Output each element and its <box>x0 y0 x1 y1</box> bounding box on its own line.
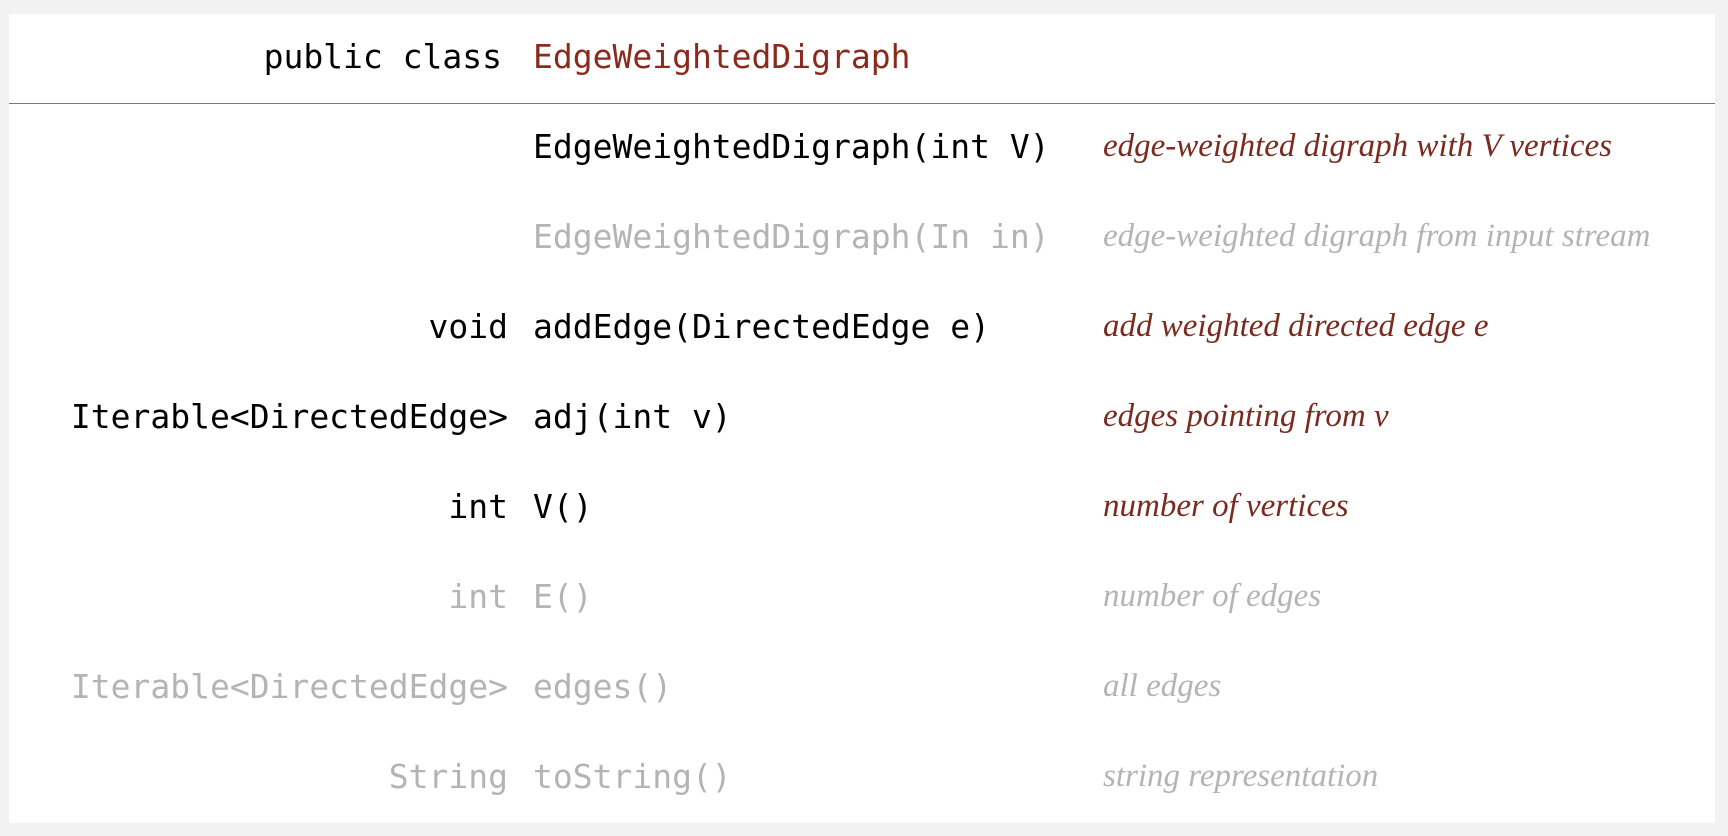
api-row-constructor-int: EdgeWeightedDigraph(int V) edge-weighted… <box>9 118 1715 178</box>
method-signature: EdgeWeightedDigraph(In in) <box>533 217 1050 256</box>
method-signature: edges() <box>533 667 673 706</box>
return-type: Iterable<DirectedEdge> <box>70 667 508 706</box>
api-table: public class EdgeWeightedDigraph EdgeWei… <box>9 14 1715 823</box>
method-signature: EdgeWeightedDigraph(int V) <box>533 127 1050 166</box>
api-row-to-string: String toString() string representation <box>9 748 1715 808</box>
class-name: EdgeWeightedDigraph <box>533 37 911 76</box>
api-row-v: int V() number of vertices <box>9 478 1715 538</box>
method-signature: adj(int v) <box>533 397 732 436</box>
return-type: int <box>448 487 508 526</box>
method-description: number of vertices <box>1103 488 1349 524</box>
method-description: string representation <box>1103 758 1379 794</box>
return-type: String <box>388 757 508 796</box>
method-signature: V() <box>533 487 593 526</box>
api-row-add-edge: void addEdge(DirectedEdge e) add weighte… <box>9 298 1715 358</box>
api-row-constructor-in: EdgeWeightedDigraph(In in) edge-weighted… <box>9 208 1715 268</box>
method-description: edges pointing from v <box>1103 398 1389 434</box>
method-description: add weighted directed edge e <box>1103 308 1489 344</box>
method-description: edge-weighted digraph with V vertices <box>1103 128 1612 164</box>
method-description: number of edges <box>1103 578 1322 614</box>
method-signature: E() <box>533 577 593 616</box>
method-description: all edges <box>1103 668 1222 704</box>
api-row-e: int E() number of edges <box>9 568 1715 628</box>
api-row-adj: Iterable<DirectedEdge> adj(int v) edges … <box>9 388 1715 448</box>
method-signature: addEdge(DirectedEdge e) <box>533 307 990 346</box>
class-keyword: public class <box>263 37 502 76</box>
method-description: edge-weighted digraph from input stream <box>1103 218 1651 254</box>
return-type: int <box>448 577 508 616</box>
return-type: Iterable<DirectedEdge> <box>70 397 508 436</box>
api-row-edges: Iterable<DirectedEdge> edges() all edges <box>9 658 1715 718</box>
api-header: public class EdgeWeightedDigraph <box>9 14 1715 104</box>
method-signature: toString() <box>533 757 732 796</box>
return-type: void <box>428 307 508 346</box>
